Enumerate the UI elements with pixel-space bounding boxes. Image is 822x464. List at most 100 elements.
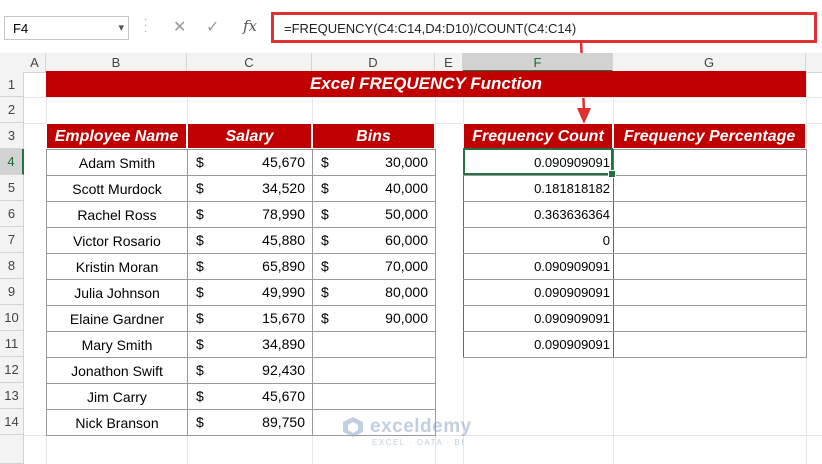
bin-value: 80,000 bbox=[385, 284, 428, 300]
bin-cell[interactable]: $60,000 bbox=[312, 227, 436, 254]
formula-input[interactable]: =FREQUENCY(C4:C14,D4:D10)/COUNT(C4:C14) bbox=[271, 12, 817, 43]
column-header-f[interactable]: F bbox=[463, 53, 613, 72]
cancel-icon[interactable]: ✕ bbox=[173, 17, 186, 37]
frequency-count-cell[interactable]: 0.181818182 bbox=[463, 175, 614, 202]
column-header-d[interactable]: D bbox=[312, 53, 435, 72]
row-header-11[interactable]: 11 bbox=[0, 331, 24, 357]
bin-value: 40,000 bbox=[385, 180, 428, 196]
column-header-b[interactable]: B bbox=[46, 53, 187, 72]
frequency-percentage-cell[interactable] bbox=[613, 201, 807, 228]
salary-cell[interactable]: $65,890 bbox=[187, 253, 313, 280]
frequency-percentage-cell[interactable] bbox=[613, 279, 807, 306]
currency-symbol: $ bbox=[321, 232, 329, 248]
frequency-count-cell[interactable]: 0.090909091 bbox=[463, 305, 614, 332]
currency-symbol: $ bbox=[196, 206, 204, 222]
employee-name-cell[interactable]: Jonathon Swift bbox=[46, 357, 188, 384]
row-header-1[interactable]: 1 bbox=[0, 72, 24, 97]
column-header-e[interactable]: E bbox=[435, 53, 463, 72]
chevron-down-icon[interactable]: ▾ bbox=[118, 21, 124, 34]
column-header-a[interactable]: A bbox=[24, 53, 46, 72]
fill-handle[interactable] bbox=[608, 170, 616, 178]
bin-cell[interactable]: $70,000 bbox=[312, 253, 436, 280]
header-frequency-percentage: Frequency Percentage bbox=[613, 123, 806, 149]
salary-cell[interactable]: $45,670 bbox=[187, 149, 313, 176]
frequency-percentage-cell[interactable] bbox=[613, 253, 807, 280]
employee-name-cell[interactable]: Kristin Moran bbox=[46, 253, 188, 280]
active-cell-f4[interactable] bbox=[463, 148, 613, 175]
table-row: Mary Smith $34,890 bbox=[46, 331, 436, 358]
employee-table: Adam Smith $45,670 $30,000 Scott Murdock $34… bbox=[46, 149, 436, 436]
sheet-title: Excel FREQUENCY Function bbox=[46, 71, 806, 97]
row-header-10[interactable]: 10 bbox=[0, 305, 24, 331]
row-header-7[interactable]: 7 bbox=[0, 227, 24, 253]
header-frequency-count: Frequency Count bbox=[463, 123, 613, 149]
formula-bar-area: F4 ▾ · · · ✕ ✓ fx =FREQUENCY(C4:C14,D4:D10… bbox=[0, 0, 822, 54]
row-header-6[interactable]: 6 bbox=[0, 201, 24, 227]
row-header-13[interactable]: 13 bbox=[0, 383, 24, 409]
row-header-8[interactable]: 8 bbox=[0, 253, 24, 279]
frequency-percentage-cell[interactable] bbox=[613, 331, 807, 358]
employee-name-cell[interactable]: Jim Carry bbox=[46, 383, 188, 410]
frequency-count-cell[interactable]: 0.090909091 bbox=[463, 331, 614, 358]
salary-cell[interactable]: $34,520 bbox=[187, 175, 313, 202]
table-row: 0.363636364 bbox=[463, 201, 807, 228]
employee-name-cell[interactable]: Mary Smith bbox=[46, 331, 188, 358]
bin-cell[interactable]: $40,000 bbox=[312, 175, 436, 202]
salary-value: 49,990 bbox=[262, 284, 305, 300]
salary-cell[interactable]: $78,990 bbox=[187, 201, 313, 228]
employee-name-cell[interactable]: Elaine Gardner bbox=[46, 305, 188, 332]
bin-cell[interactable] bbox=[312, 357, 436, 384]
frequency-count-cell[interactable]: 0.090909091 bbox=[463, 279, 614, 306]
salary-cell[interactable]: $92,430 bbox=[187, 357, 313, 384]
salary-value: 34,890 bbox=[262, 336, 305, 352]
salary-value: 45,670 bbox=[262, 154, 305, 170]
employee-name-cell[interactable]: Rachel Ross bbox=[46, 201, 188, 228]
table-row: Scott Murdock $34,520 $40,000 bbox=[46, 175, 436, 202]
name-box-value: F4 bbox=[13, 21, 29, 36]
currency-symbol: $ bbox=[321, 258, 329, 274]
salary-cell[interactable]: $89,750 bbox=[187, 409, 313, 436]
salary-cell[interactable]: $34,890 bbox=[187, 331, 313, 358]
employee-name-cell[interactable]: Julia Johnson bbox=[46, 279, 188, 306]
employee-name-cell[interactable]: Adam Smith bbox=[46, 149, 188, 176]
enter-icon[interactable]: ✓ bbox=[206, 17, 219, 37]
frequency-percentage-cell[interactable] bbox=[613, 175, 807, 202]
row-header-4[interactable]: 4 bbox=[0, 149, 24, 175]
salary-cell[interactable]: $49,990 bbox=[187, 279, 313, 306]
frequency-percentage-cell[interactable] bbox=[613, 149, 807, 176]
name-box[interactable]: F4 ▾ bbox=[4, 16, 129, 40]
drag-handle-icon[interactable]: · · · bbox=[144, 15, 147, 37]
row-header-14[interactable]: 14 bbox=[0, 409, 24, 435]
frequency-count-cell[interactable]: 0.363636364 bbox=[463, 201, 614, 228]
bin-cell[interactable] bbox=[312, 331, 436, 358]
salary-cell[interactable]: $15,670 bbox=[187, 305, 313, 332]
row-header-3[interactable]: 3 bbox=[0, 123, 24, 149]
row-header-2[interactable]: 2 bbox=[0, 97, 24, 123]
salary-cell[interactable]: $45,670 bbox=[187, 383, 313, 410]
bin-cell[interactable]: $50,000 bbox=[312, 201, 436, 228]
formula-text: =FREQUENCY(C4:C14,D4:D10)/COUNT(C4:C14) bbox=[284, 21, 577, 36]
row-header-5[interactable]: 5 bbox=[0, 175, 24, 201]
row-header-15[interactable] bbox=[0, 435, 24, 464]
employee-name-cell[interactable]: Victor Rosario bbox=[46, 227, 188, 254]
row-header-9[interactable]: 9 bbox=[0, 279, 24, 305]
frequency-percentage-cell[interactable] bbox=[613, 227, 807, 254]
column-header-g[interactable]: G bbox=[613, 53, 806, 72]
row-header-12[interactable]: 12 bbox=[0, 357, 24, 383]
insert-function-icon[interactable]: fx bbox=[243, 17, 257, 35]
employee-name-cell[interactable]: Nick Branson bbox=[46, 409, 188, 436]
employee-name-cell[interactable]: Scott Murdock bbox=[46, 175, 188, 202]
frequency-count-cell[interactable]: 0 bbox=[463, 227, 614, 254]
frequency-count-cell[interactable]: 0.090909091 bbox=[463, 253, 614, 280]
bin-cell[interactable]: $90,000 bbox=[312, 305, 436, 332]
salary-cell[interactable]: $45,880 bbox=[187, 227, 313, 254]
bin-value: 30,000 bbox=[385, 154, 428, 170]
column-header-c[interactable]: C bbox=[187, 53, 312, 72]
bin-cell[interactable] bbox=[312, 383, 436, 410]
bin-cell[interactable]: $80,000 bbox=[312, 279, 436, 306]
watermark-sub: EXCEL · DATA · BI bbox=[372, 438, 465, 447]
bin-cell[interactable]: $30,000 bbox=[312, 149, 436, 176]
currency-symbol: $ bbox=[321, 180, 329, 196]
frequency-percentage-cell[interactable] bbox=[613, 305, 807, 332]
header-bins: Bins bbox=[312, 123, 435, 149]
